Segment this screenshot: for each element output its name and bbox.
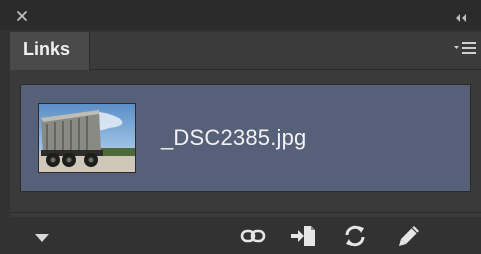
list-item[interactable]: _DSC2385.jpg	[20, 84, 471, 192]
refresh-icon[interactable]	[342, 223, 368, 249]
dump-truck-thumbnail	[38, 103, 136, 173]
double-chevron-icon[interactable]	[453, 10, 469, 22]
link-filename: _DSC2385.jpg	[161, 125, 307, 150]
triangle-down-icon[interactable]	[34, 230, 50, 242]
links-list: _DSC2385.jpg	[10, 70, 481, 212]
chain-link-icon[interactable]	[240, 223, 266, 249]
links-panel: Links _DSC2385.jpg	[0, 0, 481, 254]
panel-menu-icon[interactable]	[453, 40, 477, 58]
close-icon[interactable]	[16, 9, 28, 21]
panel-tab-row: Links	[10, 32, 481, 70]
go-to-link-icon[interactable]	[290, 223, 316, 249]
pencil-icon[interactable]	[396, 223, 422, 249]
tab-links-label: Links	[23, 39, 71, 59]
panel-toolbar	[0, 217, 481, 254]
panel-title-bar	[0, 0, 481, 30]
tab-links[interactable]: Links	[10, 32, 90, 70]
